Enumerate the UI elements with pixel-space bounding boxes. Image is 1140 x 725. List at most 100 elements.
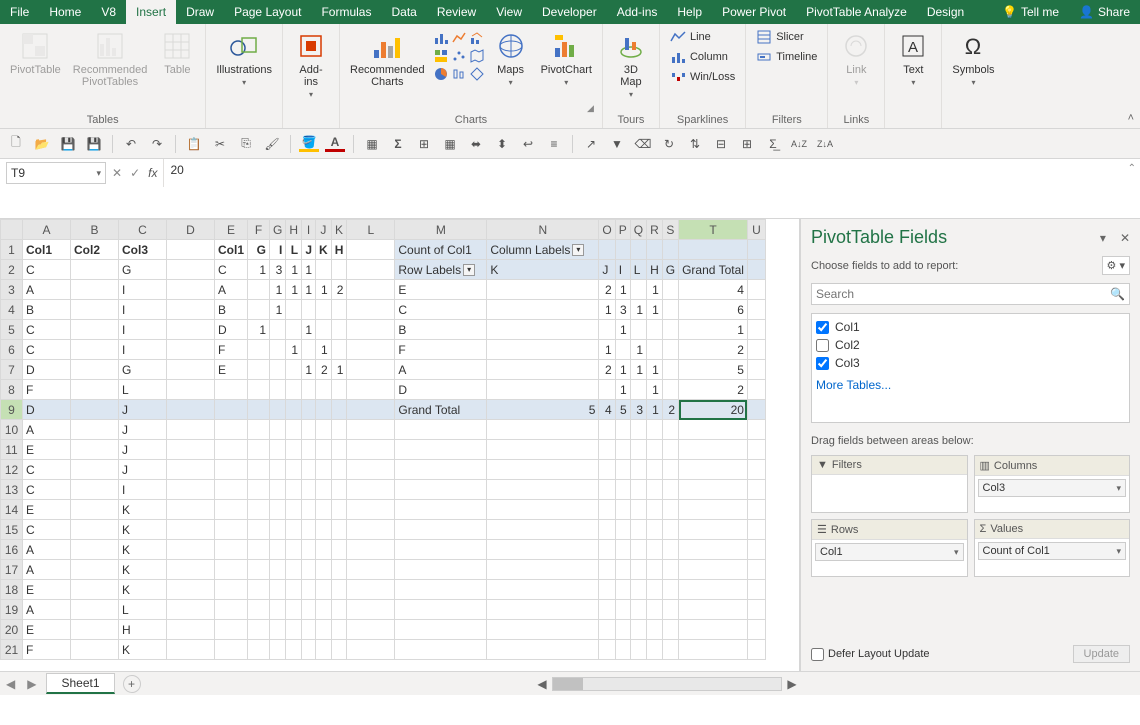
cell[interactable] (647, 640, 663, 660)
cell[interactable]: 2 (679, 380, 748, 400)
cell[interactable] (599, 480, 615, 500)
cell[interactable] (630, 320, 646, 340)
cell[interactable] (647, 580, 663, 600)
column-header[interactable]: Q (630, 220, 646, 240)
cell[interactable] (248, 560, 270, 580)
cell[interactable]: 3 (630, 400, 646, 420)
cell[interactable] (71, 320, 119, 340)
column-header[interactable]: P (615, 220, 630, 240)
map-chart-icon[interactable] (469, 48, 485, 64)
cell[interactable]: A (23, 600, 71, 620)
wrap-text-icon[interactable]: ↩ (518, 134, 538, 154)
cell[interactable] (167, 580, 215, 600)
cell[interactable] (331, 600, 347, 620)
save-icon[interactable]: 💾 (58, 134, 78, 154)
cell[interactable] (215, 440, 248, 460)
update-button[interactable]: Update (1073, 645, 1130, 663)
cell[interactable] (747, 280, 765, 300)
cell[interactable] (331, 300, 347, 320)
ungroup-icon[interactable]: ⊞ (737, 134, 757, 154)
cell[interactable]: I (119, 340, 167, 360)
cell[interactable] (331, 500, 347, 520)
cell[interactable] (647, 480, 663, 500)
cell[interactable] (679, 240, 748, 260)
cell[interactable] (662, 460, 678, 480)
cell[interactable] (395, 440, 487, 460)
cell[interactable] (167, 440, 215, 460)
cell[interactable]: C (23, 520, 71, 540)
cell[interactable]: 5 (615, 400, 630, 420)
cell[interactable]: 1 (331, 360, 347, 380)
cell[interactable]: 5 (679, 360, 748, 380)
cell[interactable] (647, 320, 663, 340)
cell[interactable] (167, 560, 215, 580)
cell[interactable] (487, 420, 599, 440)
cell[interactable]: 2 (331, 280, 347, 300)
cell[interactable] (331, 340, 347, 360)
cell[interactable] (316, 400, 332, 420)
cell[interactable] (487, 440, 599, 460)
cell[interactable] (395, 620, 487, 640)
cell[interactable] (347, 580, 395, 600)
cell[interactable] (347, 380, 395, 400)
cell[interactable]: D (23, 360, 71, 380)
cell[interactable] (599, 320, 615, 340)
cell[interactable]: 1 (286, 260, 302, 280)
text-button[interactable]: A Text▾ (891, 28, 935, 91)
cell[interactable] (71, 460, 119, 480)
cell[interactable] (248, 340, 270, 360)
ribbon-tab-draw[interactable]: Draw (176, 0, 224, 24)
cell[interactable]: 3 (270, 260, 286, 280)
cell[interactable] (630, 460, 646, 480)
cell[interactable] (395, 460, 487, 480)
cell[interactable]: E (23, 580, 71, 600)
cell[interactable] (215, 420, 248, 440)
cell[interactable]: K (119, 580, 167, 600)
cell[interactable] (647, 520, 663, 540)
cell[interactable] (347, 540, 395, 560)
cell[interactable] (747, 520, 765, 540)
cell[interactable] (615, 340, 630, 360)
cell[interactable] (248, 520, 270, 540)
cell[interactable]: 1 (630, 340, 646, 360)
row-header[interactable]: 14 (1, 500, 23, 520)
row-header[interactable]: 13 (1, 480, 23, 500)
cell[interactable] (316, 540, 332, 560)
cell[interactable] (71, 620, 119, 640)
cell[interactable] (615, 420, 630, 440)
ribbon-tab-file[interactable]: File (0, 0, 39, 24)
font-color-icon[interactable]: A (325, 135, 345, 152)
cell[interactable] (395, 560, 487, 580)
cell[interactable] (647, 540, 663, 560)
cell[interactable] (599, 420, 615, 440)
cell[interactable] (167, 460, 215, 480)
scroll-right-icon[interactable]: ▶ (784, 676, 800, 692)
area-rows[interactable]: ☰Rows Col1▾ (811, 519, 968, 577)
cell[interactable] (487, 500, 599, 520)
cell[interactable]: 1 (270, 280, 286, 300)
cell[interactable]: 1 (302, 360, 316, 380)
cell[interactable] (331, 380, 347, 400)
table-button[interactable]: Table (155, 28, 199, 78)
column-header[interactable]: S (662, 220, 678, 240)
cell[interactable] (662, 560, 678, 580)
cell[interactable] (615, 480, 630, 500)
cell[interactable] (286, 620, 302, 640)
cell[interactable] (167, 540, 215, 560)
horizontal-scrollbar[interactable]: ◀ ▶ (534, 676, 1140, 692)
cell[interactable] (487, 480, 599, 500)
column-header[interactable]: C (119, 220, 167, 240)
row-header[interactable]: 5 (1, 320, 23, 340)
group-icon[interactable]: ⊟ (711, 134, 731, 154)
cell[interactable] (630, 380, 646, 400)
defer-update-checkbox[interactable]: Defer Layout Update (811, 648, 930, 661)
cell[interactable] (270, 360, 286, 380)
cell[interactable] (599, 460, 615, 480)
hierarchy-chart-icon[interactable] (433, 48, 449, 64)
cell[interactable] (316, 300, 332, 320)
column-header[interactable]: T (679, 220, 748, 240)
cell[interactable]: A (215, 280, 248, 300)
cell[interactable]: A (23, 540, 71, 560)
cell[interactable] (71, 440, 119, 460)
cell[interactable] (248, 500, 270, 520)
